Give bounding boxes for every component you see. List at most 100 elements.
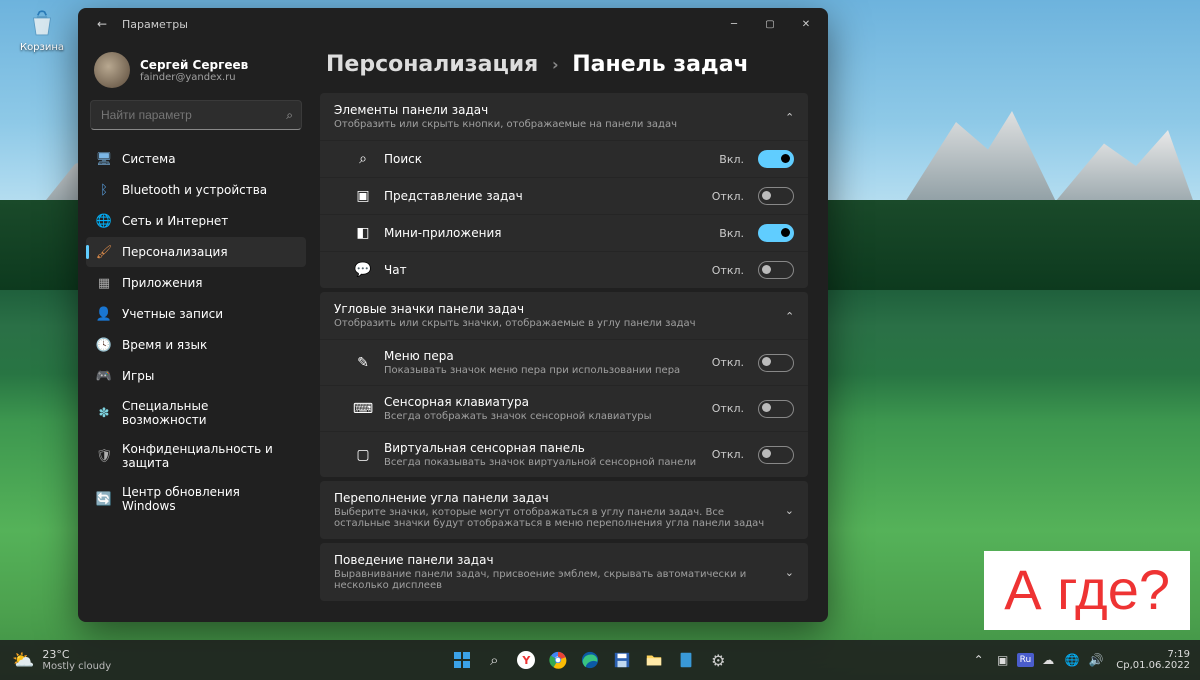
sidebar-item[interactable]: ᛒ Bluetooth и устройства <box>86 175 306 205</box>
app-save[interactable] <box>609 647 635 673</box>
toggle-switch[interactable] <box>758 446 794 464</box>
section-corner-icons: Угловые значки панели задач Отобразить и… <box>320 292 808 477</box>
start-button[interactable] <box>449 647 475 673</box>
nav-label: Bluetooth и устройства <box>122 183 267 197</box>
toggle-switch[interactable] <box>758 224 794 242</box>
section-title: Переполнение угла панели задач <box>334 491 775 505</box>
chevron-right-icon: › <box>552 55 559 74</box>
network-icon[interactable]: 🌐 <box>1062 650 1082 670</box>
nav-icon: 👤 <box>96 306 112 322</box>
chevron-down-icon: ⌄ <box>785 566 794 579</box>
row-icon: ▣ <box>354 187 372 205</box>
overlay-text: А где? <box>984 551 1190 630</box>
sidebar-item[interactable]: 🛡Конфиденциальность и защита <box>86 435 306 477</box>
nav-icon: ▦ <box>96 275 112 291</box>
sidebar-item[interactable]: 👤 Учетные записи <box>86 299 306 329</box>
app-edge[interactable] <box>577 647 603 673</box>
nav-label: Учетные записи <box>122 307 223 321</box>
app-explorer[interactable] <box>641 647 667 673</box>
weather-desc: Mostly cloudy <box>42 661 111 672</box>
section-header[interactable]: Элементы панели задач Отобразить или скр… <box>320 93 808 140</box>
nav-label: Центр обновления Windows <box>122 485 296 513</box>
maximize-button[interactable]: ▢ <box>752 10 788 38</box>
app-chrome[interactable] <box>545 647 571 673</box>
toggle-state: Откл. <box>712 402 744 415</box>
volume-icon[interactable]: 🔊 <box>1086 650 1106 670</box>
onedrive-icon[interactable]: ☁ <box>1038 650 1058 670</box>
section-desc: Выберите значки, которые могут отображат… <box>334 507 775 529</box>
app-files[interactable] <box>673 647 699 673</box>
nav-list: 🖥 Система ᛒ Bluetooth и устройства 🌐 Сеть и И… <box>86 144 306 520</box>
close-button[interactable]: ✕ <box>788 10 824 38</box>
app-settings[interactable]: ⚙ <box>705 647 731 673</box>
sidebar-item[interactable]: 🎮Игры <box>86 361 306 391</box>
toggle-switch[interactable] <box>758 261 794 279</box>
nav-icon: 🖌 <box>96 244 112 260</box>
taskbar-weather[interactable]: ⛅ 23°C Mostly cloudy <box>0 648 212 672</box>
titlebar[interactable]: ← Параметры ─ ▢ ✕ <box>78 8 828 40</box>
settings-window: ← Параметры ─ ▢ ✕ Сергей Сергеев fainder… <box>78 8 828 622</box>
sidebar-item[interactable]: ▦Приложения <box>86 268 306 298</box>
toggle-state: Откл. <box>712 264 744 277</box>
breadcrumb-root[interactable]: Персонализация <box>326 52 538 77</box>
toggle-state: Вкл. <box>719 227 744 240</box>
minimize-button[interactable]: ─ <box>716 10 752 38</box>
section-corner-overflow: Переполнение угла панели задач Выберите … <box>320 481 808 539</box>
user-card[interactable]: Сергей Сергеев fainder@yandex.ru <box>86 48 306 100</box>
nav-icon: 🔄 <box>96 491 112 507</box>
sidebar-item[interactable]: 🔄 Центр обновления Windows <box>86 478 306 520</box>
clock[interactable]: 7:19 Ср,01.06.2022 <box>1116 649 1190 671</box>
search-field[interactable] <box>99 107 286 123</box>
search-input[interactable]: ⌕ <box>90 100 302 130</box>
section-desc: Отобразить или скрыть кнопки, отображаем… <box>334 119 775 130</box>
sidebar-item[interactable]: 🖌Персонализация <box>86 237 306 267</box>
section-taskbar-behavior: Поведение панели задач Выравнивание пане… <box>320 543 808 601</box>
nav-icon: ᛒ <box>96 182 112 198</box>
gear-icon: ⚙ <box>711 651 725 670</box>
sidebar-item[interactable]: 🕓Время и язык <box>86 330 306 360</box>
row-icon: ◧ <box>354 224 372 242</box>
nav-label: Система <box>122 152 176 166</box>
section-title: Элементы панели задач <box>334 103 775 117</box>
row-icon: ⌕ <box>354 150 372 168</box>
taskbar-center: ⌕ Y ⚙ <box>212 647 969 673</box>
nav-icon: 🖥 <box>96 151 112 167</box>
toggle-switch[interactable] <box>758 354 794 372</box>
toggle-switch[interactable] <box>758 187 794 205</box>
setting-row: ◧ Мини-приложения Вкл. <box>320 214 808 251</box>
language-indicator[interactable]: Ru <box>1017 653 1035 667</box>
app-yandex[interactable]: Y <box>513 647 539 673</box>
main-content: Персонализация › Панель задач Элементы п… <box>314 40 828 622</box>
tray-chevron-up-icon[interactable]: ⌃ <box>969 650 989 670</box>
row-desc: Показывать значок меню пера при использо… <box>384 365 700 376</box>
row-icon: 💬 <box>354 261 372 279</box>
sidebar-item[interactable]: 🌐 Сеть и Интернет <box>86 206 306 236</box>
toggle-state: Откл. <box>712 356 744 369</box>
back-button[interactable]: ← <box>92 17 112 31</box>
desktop-icon-recycle-bin[interactable]: Корзина <box>14 6 70 53</box>
sidebar-item[interactable]: ✽Специальные возможности <box>86 392 306 434</box>
search-button[interactable]: ⌕ <box>481 647 507 673</box>
toggle-switch[interactable] <box>758 400 794 418</box>
nav-label: Сеть и Интернет <box>122 214 228 228</box>
row-label: Меню пера <box>384 349 700 363</box>
tray-app-icon[interactable]: ▣ <box>993 650 1013 670</box>
sidebar-item[interactable]: 🖥 Система <box>86 144 306 174</box>
weather-temp: 23°C <box>42 648 111 661</box>
chevron-up-icon: ⌄ <box>785 309 794 322</box>
row-desc: Всегда отображать значок сенсорной клави… <box>384 411 700 422</box>
section-header[interactable]: Поведение панели задач Выравнивание пане… <box>320 543 808 601</box>
row-icon: ▢ <box>354 446 372 464</box>
section-header[interactable]: Переполнение угла панели задач Выберите … <box>320 481 808 539</box>
nav-label: Игры <box>122 369 154 383</box>
user-name: Сергей Сергеев <box>140 58 248 72</box>
taskbar[interactable]: ⛅ 23°C Mostly cloudy ⌕ Y ⚙ ⌃ ▣ Ru ☁ 🌐 🔊 <box>0 640 1200 680</box>
row-label: Виртуальная сенсорная панель <box>384 441 700 455</box>
setting-row: ▢ Виртуальная сенсорная панель Всегда по… <box>320 431 808 477</box>
window-title: Параметры <box>122 18 188 31</box>
section-header[interactable]: Угловые значки панели задач Отобразить и… <box>320 292 808 339</box>
toggle-switch[interactable] <box>758 150 794 168</box>
row-desc: Всегда показывать значок виртуальной сен… <box>384 457 700 468</box>
nav-icon: 🌐 <box>96 213 112 229</box>
breadcrumb-leaf: Панель задач <box>572 52 748 77</box>
